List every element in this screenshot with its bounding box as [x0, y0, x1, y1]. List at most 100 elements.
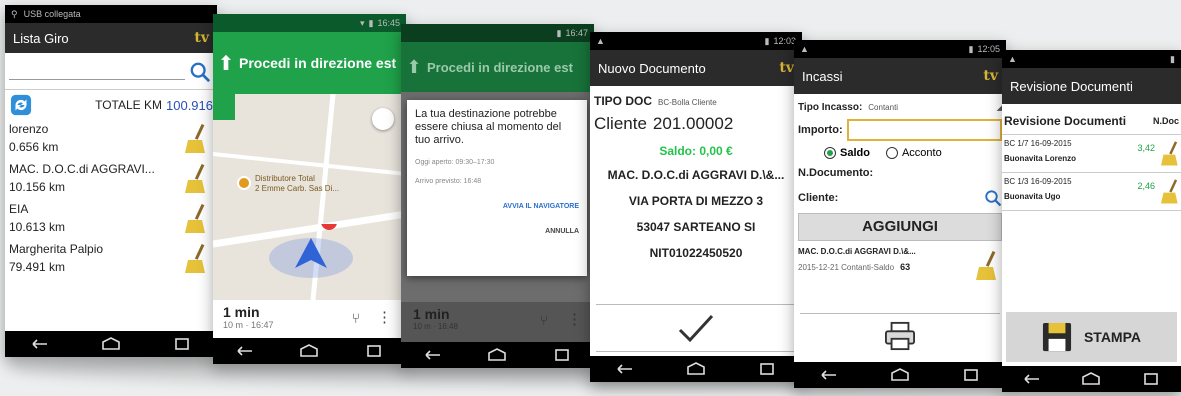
doc-amount: 2,46	[1137, 181, 1155, 191]
closure-dialog: La tua destinazione potrebbe essere chiu…	[407, 100, 587, 276]
print-button[interactable]	[800, 313, 1000, 358]
list-item[interactable]: Margherita Palpio 79.491 km	[9, 240, 213, 280]
add-button[interactable]: AGGIUNGI	[798, 213, 1002, 241]
search-row	[5, 53, 217, 89]
back-icon[interactable]	[422, 348, 444, 362]
client-address: MAC. D.O.C.di AGGRAVI D.\&... VIA PORTA …	[590, 162, 802, 266]
map-area[interactable]: Distributore Total 2 Emme Carb. Sas Di..…	[213, 94, 406, 300]
radio-saldo[interactable]: Saldo	[824, 147, 870, 159]
action-bar: Nuovo Documento tv	[590, 50, 802, 86]
eta-detail: 10 m · 16:47	[223, 320, 274, 330]
home-icon[interactable]	[1080, 372, 1102, 386]
stop-km: 10.613 km	[9, 220, 66, 234]
print-button[interactable]: STAMPA	[1006, 312, 1177, 362]
compass-icon[interactable]	[372, 108, 394, 130]
list-item[interactable]: MAC. D.O.C.di AGGRAVI D.\&... 2015-12-21…	[798, 247, 1002, 287]
more-icon[interactable]: ⋮	[377, 308, 392, 326]
client-name: MAC. D.O.C.di AGGRAVI D.\&...	[607, 168, 785, 182]
recents-icon[interactable]	[551, 348, 573, 362]
search-icon[interactable]	[984, 189, 1002, 207]
start-navigation-button[interactable]: AVVIA IL NAVIGATORE	[415, 203, 579, 210]
place-pin-icon	[237, 176, 251, 190]
payment-type-row[interactable]: Tipo Incasso: Contanti ◢	[794, 94, 1006, 113]
route-options-icon: ⑂	[539, 312, 548, 328]
broom-icon[interactable]	[185, 242, 209, 274]
nav-bar	[1002, 366, 1181, 392]
home-icon[interactable]	[298, 344, 320, 358]
home-icon[interactable]	[486, 348, 508, 362]
table-row[interactable]: BC 1/7 16-09-2015 Buonavita Lorenzo 3,42	[1002, 135, 1181, 173]
route-options-icon[interactable]: ⑂	[352, 310, 360, 326]
stop-km: 10.156 km	[9, 180, 66, 194]
doc-amount: 3,42	[1137, 143, 1155, 153]
broom-icon[interactable]	[185, 202, 209, 234]
notification-icon: ▲	[1008, 54, 1017, 64]
broom-icon[interactable]	[1161, 139, 1181, 167]
column-ndoc: N.Doc	[1152, 116, 1179, 126]
recents-icon[interactable]	[756, 362, 778, 376]
balance: Saldo: 0,00 €	[659, 144, 733, 158]
back-icon[interactable]	[818, 368, 840, 382]
payment-type-select[interactable]: Contanti	[868, 103, 898, 112]
home-icon[interactable]	[889, 368, 911, 382]
list-item[interactable]: MAC. D.O.C.di AGGRAVI... 10.156 km	[9, 160, 213, 200]
direction-banner: ⬆ Procedi in direzione est	[401, 42, 594, 92]
doc-client: Buonavita Lorenzo	[1004, 154, 1077, 163]
stop-km: 0.656 km	[9, 140, 59, 154]
recents-icon[interactable]	[363, 344, 385, 358]
broom-icon[interactable]	[1161, 177, 1181, 205]
amount-label: Importo:	[798, 124, 843, 136]
status-bar: ⚲ USB collegata	[5, 5, 217, 23]
list-item[interactable]: EIA 10.613 km	[9, 200, 213, 240]
notification-icon: ▲	[800, 44, 809, 54]
list-item[interactable]: lorenzo 0.656 km	[9, 120, 213, 160]
dialog-message: La tua destinazione potrebbe essere chiu…	[415, 108, 562, 146]
cancel-button[interactable]: ANNULLA	[415, 228, 579, 235]
recents-icon[interactable]	[960, 368, 982, 382]
back-icon[interactable]	[614, 362, 636, 376]
usb-icon: ⚲	[11, 8, 18, 19]
checkmark-icon	[678, 314, 714, 343]
search-input[interactable]	[9, 79, 185, 80]
broom-icon[interactable]	[976, 249, 1000, 281]
stop-name: EIA	[9, 202, 29, 216]
client-row[interactable]: Cliente:	[794, 179, 1006, 207]
status-bar: ▲ ▮ 12:03	[590, 32, 802, 50]
radio-acconto[interactable]: Acconto	[885, 147, 942, 159]
battery-icon: ▮	[968, 43, 974, 54]
broom-icon[interactable]	[185, 122, 209, 154]
refresh-icon[interactable]	[9, 94, 33, 116]
item-name: MAC. D.O.C.di AGGRAVI D.\&...	[798, 247, 916, 256]
phone-navigation: ▾ ▮ 16:45 ⬆ Procedi in direzione est Dis…	[213, 14, 406, 364]
status-bar: ▲ ▮	[1002, 50, 1181, 68]
status-time: 12:03	[773, 36, 796, 46]
opening-hours: Oggi aperto: 09:30–17:30	[415, 159, 495, 166]
back-icon[interactable]	[1021, 372, 1043, 386]
table-row[interactable]: BC 1/3 16-09-2015 Buonavita Ugo 2,46	[1002, 173, 1181, 211]
payment-mode-radios: Saldo Acconto	[794, 141, 1006, 159]
amount-row: Importo:	[794, 113, 1006, 141]
search-icon[interactable]	[189, 61, 211, 83]
app-logo: tv	[983, 68, 998, 84]
app-logo: tv	[194, 30, 209, 46]
amount-input[interactable]	[846, 119, 1002, 141]
stop-name: lorenzo	[9, 122, 49, 136]
eta-time: 1 min	[413, 306, 450, 322]
action-bar: Lista Giro tv	[5, 23, 217, 53]
client-row[interactable]: Cliente 201.00002	[590, 108, 802, 134]
direction-arrow-icon: ⬆	[217, 52, 235, 75]
recents-icon[interactable]	[171, 337, 193, 351]
doc-number-label[interactable]: N.Documento:	[794, 159, 1006, 179]
home-icon[interactable]	[685, 362, 707, 376]
back-icon[interactable]	[29, 337, 51, 351]
back-icon[interactable]	[234, 344, 256, 358]
home-icon[interactable]	[100, 337, 122, 351]
place-label[interactable]: Distributore Total 2 Emme Carb. Sas Di..…	[237, 174, 339, 194]
recents-icon[interactable]	[1140, 372, 1162, 386]
broom-icon[interactable]	[185, 162, 209, 194]
status-time: 16:45	[377, 18, 400, 28]
total-row: TOTALE KM 100.916	[5, 89, 217, 120]
doc-type-value: BC-Bolla Cliente	[658, 98, 717, 107]
confirm-button[interactable]	[596, 304, 796, 352]
doc-type-row[interactable]: TIPO DOC BC-Bolla Cliente	[590, 86, 802, 108]
